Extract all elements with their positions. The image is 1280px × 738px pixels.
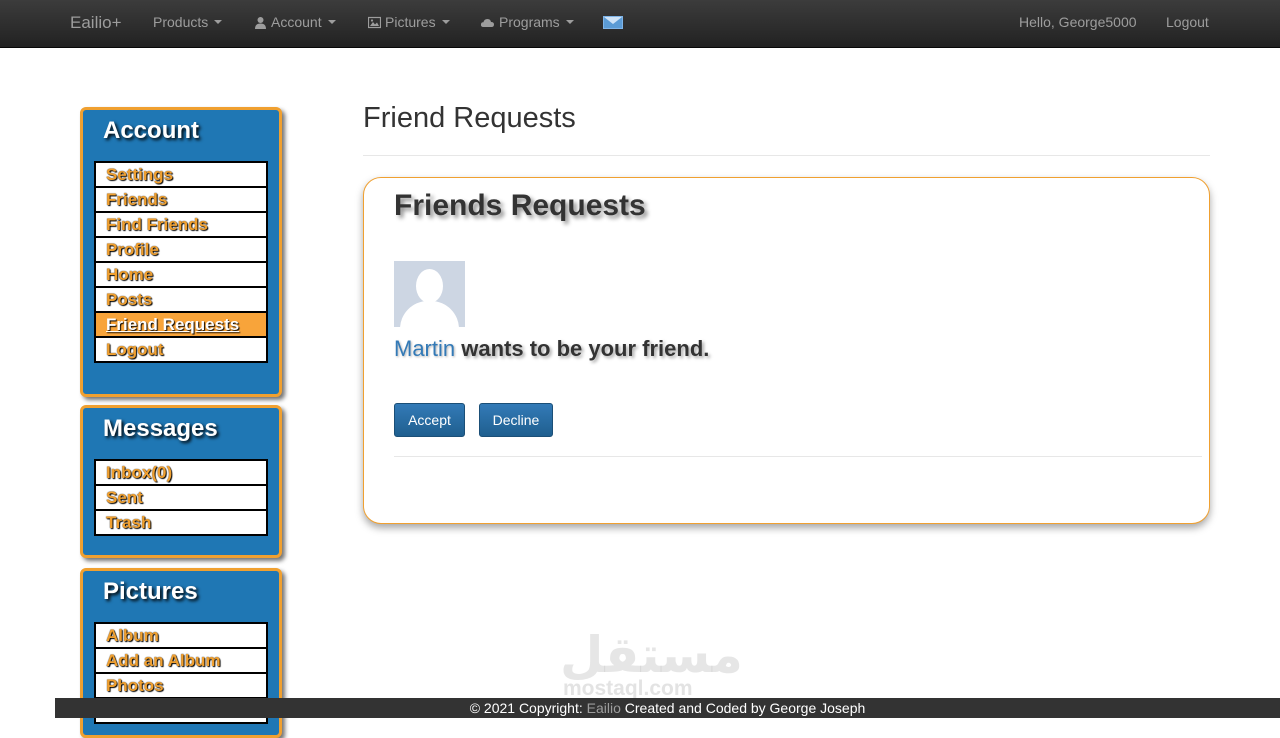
page-title: Friend Requests: [363, 102, 576, 134]
footer: © 2021 Copyright: Eailio Created and Cod…: [55, 698, 1280, 718]
nav-account[interactable]: Account: [254, 14, 336, 30]
sidebar-item-posts[interactable]: Posts: [94, 286, 268, 313]
messages-menu: Inbox(0) Sent Trash: [94, 459, 268, 536]
footer-credit: Created and Coded by George Joseph: [620, 700, 866, 716]
avatar-head-shape: [416, 269, 443, 303]
footer-brand-link[interactable]: Eailio: [587, 700, 621, 716]
caret-down-icon: [441, 20, 450, 24]
watermark-logo: مستقل: [560, 626, 743, 684]
messages-panel-title: Messages: [103, 415, 218, 442]
brand-logo[interactable]: Eailio+: [70, 13, 122, 33]
card-title: Friends Requests: [394, 189, 646, 222]
caret-down-icon: [565, 20, 574, 24]
title-divider: [363, 155, 1210, 156]
caret-down-icon: [214, 20, 223, 24]
friend-request-message: Martin wants to be your friend.: [394, 336, 709, 362]
user-greeting[interactable]: Hello, George5000: [1019, 14, 1137, 30]
logout-link[interactable]: Logout: [1166, 14, 1209, 30]
friend-requests-card: Friends Requests Martin wants to be your…: [363, 177, 1210, 524]
nav-products[interactable]: Products: [153, 14, 223, 30]
sidebar-item-photos[interactable]: Photos: [94, 672, 268, 699]
sidebar-item-profile[interactable]: Profile: [94, 236, 268, 263]
sidebar-item-album[interactable]: Album: [94, 622, 268, 649]
user-icon: [255, 16, 266, 29]
top-navbar: Eailio+ Products Account Pictures Progra…: [0, 0, 1280, 48]
picture-icon: [368, 16, 381, 28]
sidebar-item-settings[interactable]: Settings: [94, 161, 268, 188]
sidebar-item-trash[interactable]: Trash: [94, 509, 268, 536]
accept-button[interactable]: Accept: [394, 403, 465, 437]
nav-pictures[interactable]: Pictures: [368, 14, 450, 30]
nav-programs-label: Programs: [499, 14, 560, 30]
nav-programs[interactable]: Programs: [480, 14, 574, 30]
sidebar-item-friend-requests[interactable]: Friend Requests: [94, 311, 268, 338]
sidebar-item-find-friends[interactable]: Find Friends: [94, 211, 268, 238]
avatar[interactable]: [394, 261, 465, 327]
sidebar-item-logout[interactable]: Logout: [94, 336, 268, 363]
sidebar-item-inbox[interactable]: Inbox(0): [94, 459, 268, 486]
decline-button[interactable]: Decline: [479, 403, 553, 437]
messages-panel: Messages Inbox(0) Sent Trash: [80, 405, 282, 558]
sidebar-item-friends[interactable]: Friends: [94, 186, 268, 213]
card-divider: [394, 456, 1202, 457]
caret-down-icon: [327, 20, 336, 24]
pictures-panel-title: Pictures: [103, 578, 198, 605]
account-menu: Settings Friends Find Friends Profile Ho…: [94, 161, 268, 363]
footer-copyright: © 2021 Copyright:: [469, 700, 587, 716]
friend-name-link[interactable]: Martin: [394, 336, 455, 361]
nav-account-label: Account: [271, 14, 322, 30]
avatar-body-shape: [400, 301, 459, 327]
envelope-icon[interactable]: [603, 16, 623, 29]
request-text: wants to be your friend.: [455, 336, 710, 361]
account-panel-title: Account: [103, 117, 199, 144]
sidebar-item-add-album[interactable]: Add an Album: [94, 647, 268, 674]
sidebar-item-home[interactable]: Home: [94, 261, 268, 288]
account-panel: Account Settings Friends Find Friends Pr…: [80, 107, 282, 397]
nav-pictures-label: Pictures: [385, 14, 436, 30]
cloud-icon: [480, 18, 494, 27]
nav-products-label: Products: [153, 14, 209, 30]
sidebar-item-sent[interactable]: Sent: [94, 484, 268, 511]
